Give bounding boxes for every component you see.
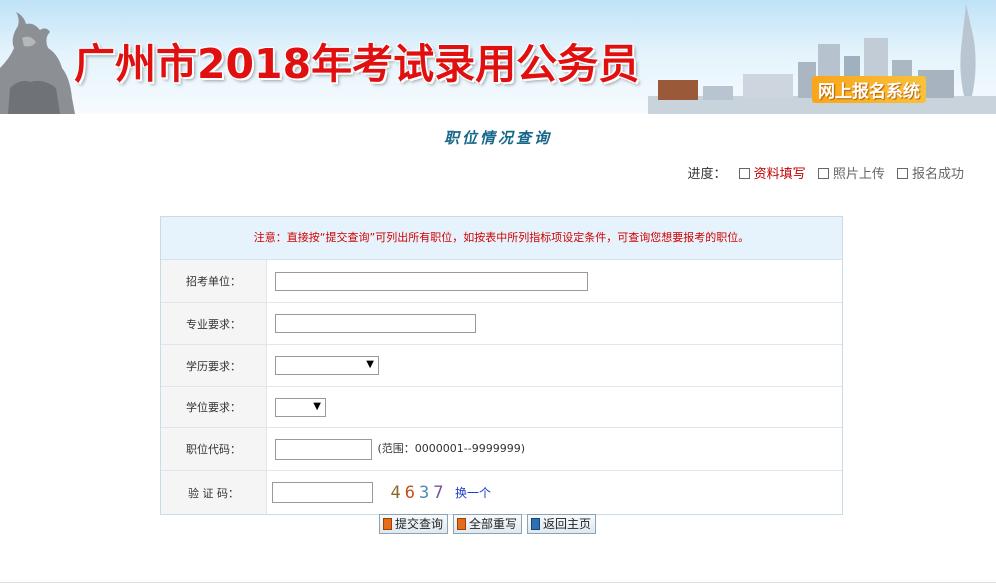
goat-statue-icon xyxy=(0,12,75,114)
reset-all-label: 全部重写 xyxy=(469,517,518,531)
banner-title: 广州市2018年考试录用公务员 xyxy=(74,40,640,88)
dropdown-arrow-icon: ▼ xyxy=(313,400,321,412)
notice-text: 注意：直接按“提交查询”可列出所有职位，如按表中所列指标项设定条件，可查询您想要… xyxy=(161,217,842,260)
progress-step-fill-info: 资料填写 xyxy=(753,167,806,182)
footer-divider xyxy=(0,582,996,583)
step-checkbox-icon xyxy=(817,168,829,179)
step-checkbox-icon xyxy=(896,168,908,179)
education-label: 学历要求： xyxy=(161,344,267,387)
unit-label: 招考单位： xyxy=(161,260,267,303)
captcha-refresh-link[interactable]: 换一个 xyxy=(455,486,491,500)
form-row-education: 学历要求： ▼ xyxy=(161,344,842,387)
degree-label: 学位要求： xyxy=(161,386,267,428)
submit-icon xyxy=(383,517,392,530)
button-bar: 提交查询 全部重写 返回主页 xyxy=(379,514,601,534)
system-name-badge: 网上报名系统 xyxy=(812,76,926,103)
form-table: 招考单位： 专业要求： 学历要求： ▼ 学位要求： ▼ 职位代码： (范围：00… xyxy=(161,260,842,514)
unit-input[interactable] xyxy=(275,271,588,291)
submit-query-label: 提交查询 xyxy=(395,517,444,531)
reset-icon xyxy=(457,517,467,530)
back-home-label: 返回主页 xyxy=(543,517,592,531)
header-banner: 广州市2018年考试录用公务员 网上报名系统 xyxy=(0,0,996,114)
home-icon xyxy=(531,517,541,530)
captcha-input[interactable] xyxy=(272,482,373,503)
captcha-image: 4637 xyxy=(391,483,448,503)
captcha-char: 7 xyxy=(433,482,448,503)
reset-all-button[interactable]: 全部重写 xyxy=(453,514,523,534)
captcha-char: 3 xyxy=(419,482,434,503)
form-row-captcha: 验 证 码： 4637 换一个 xyxy=(161,470,842,514)
captcha-char: 4 xyxy=(390,482,405,503)
position-code-input[interactable] xyxy=(275,438,372,460)
degree-select[interactable]: ▼ xyxy=(275,397,326,417)
back-home-button[interactable]: 返回主页 xyxy=(527,514,597,534)
code-label: 职位代码： xyxy=(161,427,267,471)
progress-indicator: 进度： 资料填写 照片上传 报名成功 xyxy=(688,163,964,182)
progress-label: 进度： xyxy=(687,167,727,182)
search-form: 注意：直接按“提交查询”可列出所有职位，如按表中所列指标项设定条件，可查询您想要… xyxy=(160,216,843,515)
form-row-unit: 招考单位： xyxy=(161,260,842,303)
form-row-major: 专业要求： xyxy=(161,302,842,345)
form-row-degree: 学位要求： ▼ xyxy=(161,386,842,428)
dropdown-arrow-icon: ▼ xyxy=(366,359,374,370)
major-label: 专业要求： xyxy=(161,302,267,345)
form-row-code: 职位代码： (范围：0000001--9999999) xyxy=(161,427,842,471)
progress-step-success: 报名成功 xyxy=(911,167,964,182)
page-title: 职位情况查询 xyxy=(443,129,552,147)
captcha-char: 6 xyxy=(404,482,419,503)
progress-step-upload-photo: 照片上传 xyxy=(832,167,885,182)
captcha-label: 验 证 码： xyxy=(161,470,267,514)
step-checkbox-icon xyxy=(738,168,750,179)
code-range-hint: (范围：0000001--9999999) xyxy=(377,442,526,455)
major-input[interactable] xyxy=(275,314,476,333)
education-select[interactable]: ▼ xyxy=(275,356,379,375)
submit-query-button[interactable]: 提交查询 xyxy=(379,514,449,534)
